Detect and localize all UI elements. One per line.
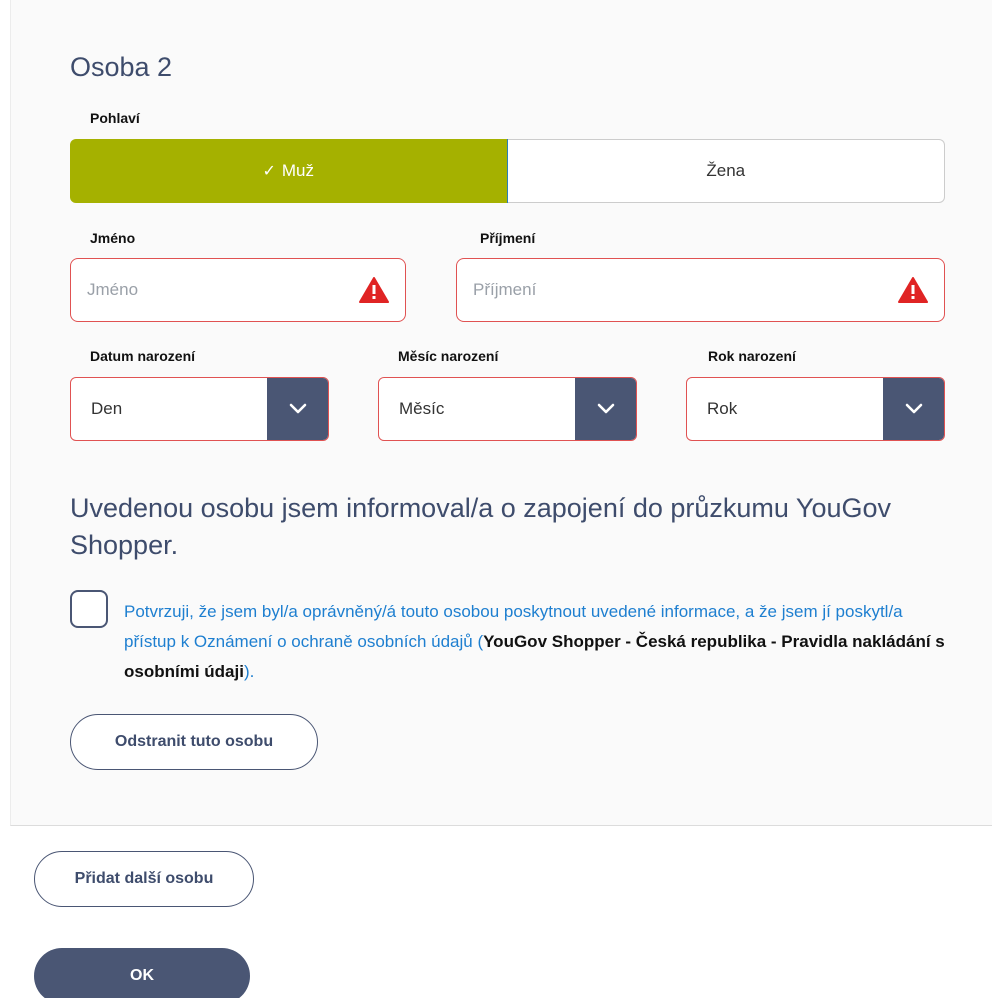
consent-text: Potvrzuji, že jsem byl/a oprávněný/á tou… (124, 597, 954, 687)
warning-icon (898, 277, 928, 303)
birth-month-value: Měsíc (399, 399, 445, 418)
birth-day-label: Datum narození (90, 348, 196, 364)
first-name-placeholder: Jméno (87, 280, 139, 299)
consent-text-end: ). (243, 662, 255, 681)
add-person-button[interactable]: Přidat další osobu (34, 851, 254, 907)
chevron-down-icon[interactable] (267, 378, 328, 440)
remove-person-button[interactable]: Odstranit tuto osobu (70, 714, 318, 770)
gender-male-label: Muž (281, 161, 315, 180)
notice-heading: Uvedenou osobu jsem informoval/a o zapoj… (70, 493, 892, 560)
warning-icon (359, 277, 389, 303)
check-icon: ✓ (262, 163, 276, 180)
birth-month-select[interactable]: Měsíc (378, 377, 637, 441)
last-name-placeholder: Příjmení (473, 280, 537, 299)
gender-female-button[interactable]: Žena (507, 139, 945, 203)
gender-female-label: Žena (706, 161, 746, 180)
last-name-label: Příjmení (480, 230, 536, 246)
chevron-down-icon[interactable] (575, 378, 636, 440)
birth-year-value: Rok (707, 399, 738, 418)
birth-year-select[interactable]: Rok (686, 377, 945, 441)
gender-label: Pohlaví (90, 110, 140, 126)
birth-month-label: Měsíc narození (398, 348, 499, 364)
ok-button[interactable]: OK (34, 948, 250, 998)
gender-toggle: ✓ Muž Žena (70, 139, 945, 203)
consent-checkbox[interactable] (70, 590, 108, 628)
birth-year-label: Rok narození (708, 348, 796, 364)
gender-male-button[interactable]: ✓ Muž (70, 139, 508, 203)
first-name-label: Jméno (90, 230, 136, 246)
birth-day-value: Den (91, 399, 123, 418)
chevron-down-icon[interactable] (883, 378, 944, 440)
person-heading: Osoba 2 (70, 52, 173, 82)
birth-day-select[interactable]: Den (70, 377, 329, 441)
first-name-field[interactable]: Jméno (70, 258, 406, 322)
last-name-field[interactable]: Příjmení (456, 258, 945, 322)
